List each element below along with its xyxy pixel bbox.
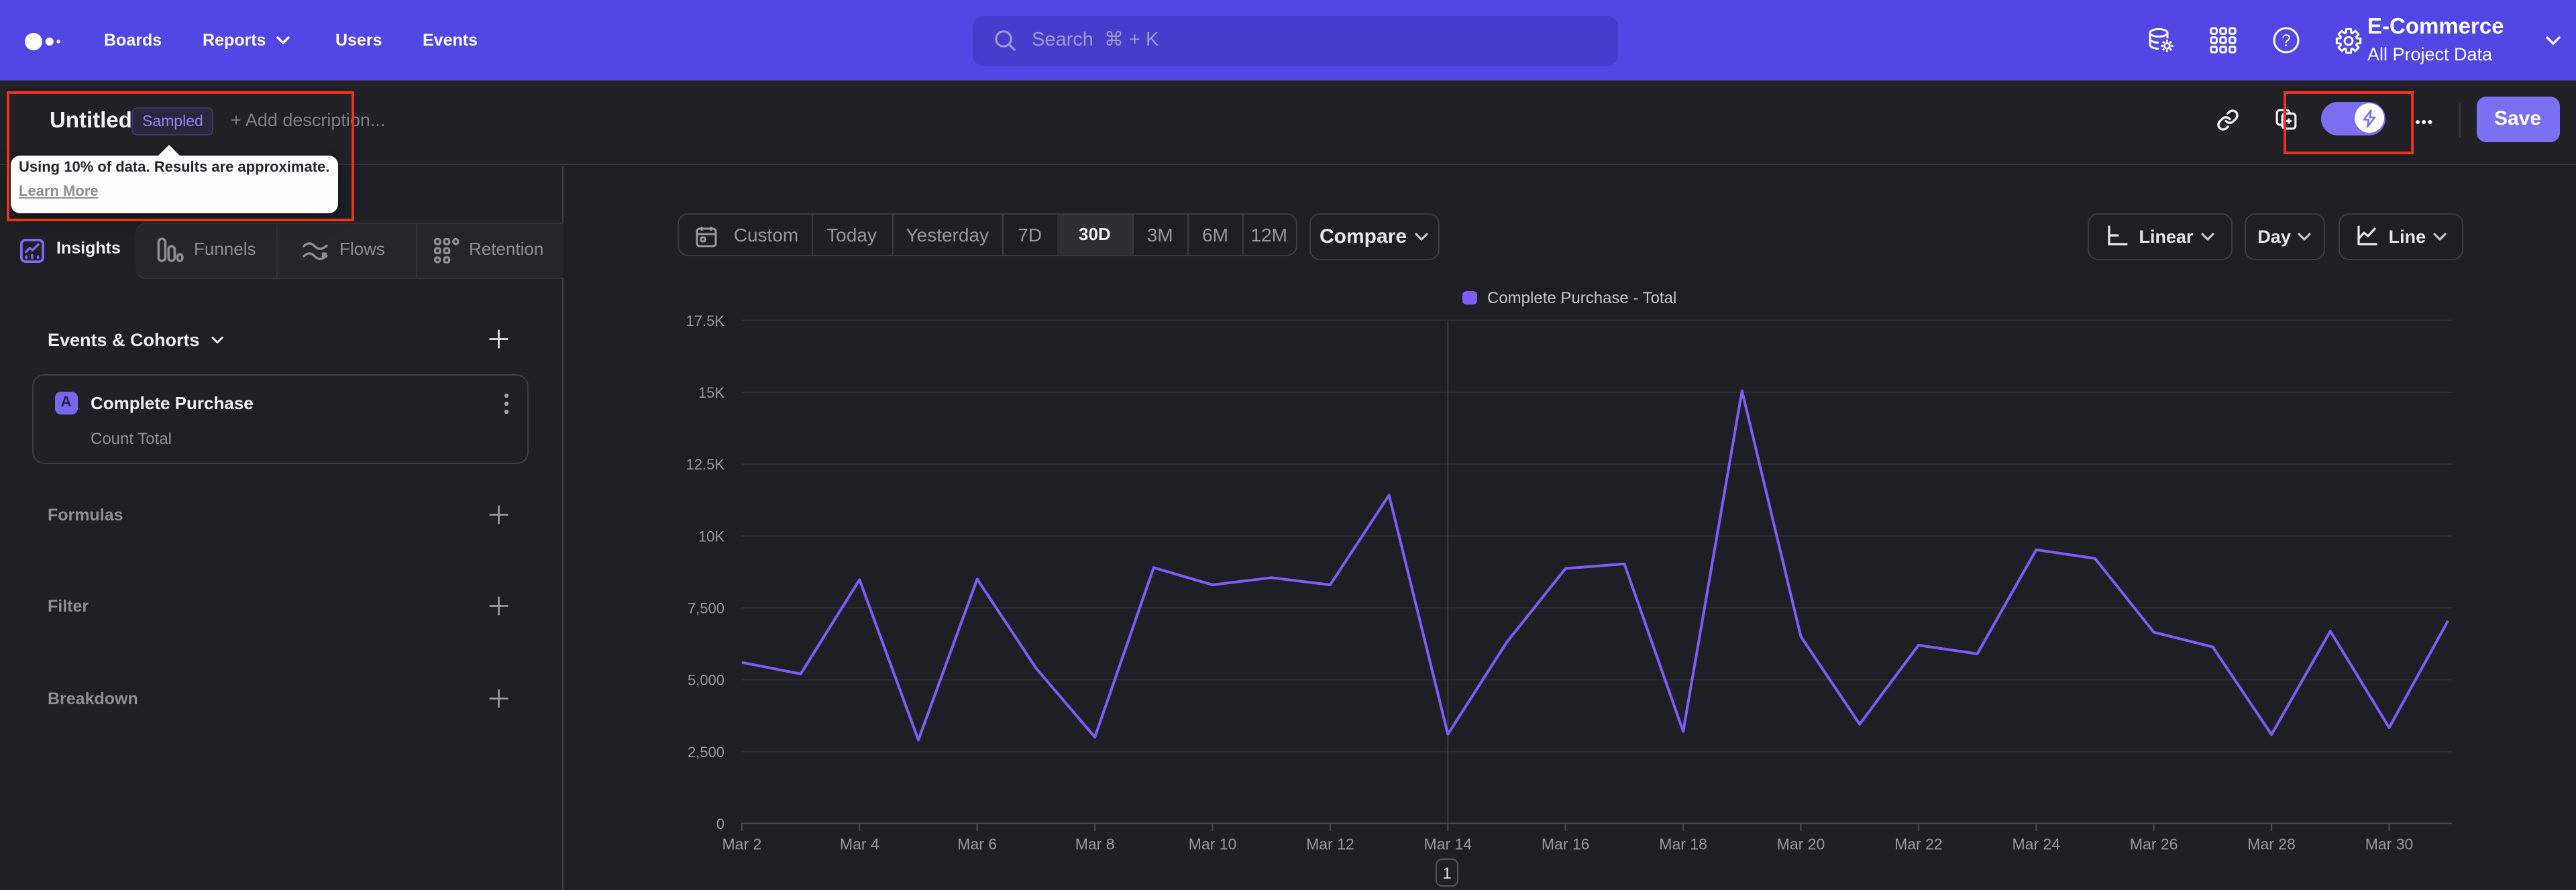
svg-text:Mar 4: Mar 4	[840, 835, 879, 852]
svg-text:5,000: 5,000	[688, 671, 724, 688]
svg-text:Mar 18: Mar 18	[1659, 835, 1707, 852]
svg-text:12.5K: 12.5K	[686, 455, 725, 472]
svg-text:Mar 20: Mar 20	[1777, 835, 1825, 852]
svg-text:Mar 6: Mar 6	[957, 835, 997, 852]
svg-text:17.5K: 17.5K	[686, 312, 725, 329]
svg-text:Mar 2: Mar 2	[722, 835, 762, 852]
svg-text:Mar 30: Mar 30	[2365, 835, 2414, 852]
svg-text:2,500: 2,500	[688, 743, 724, 760]
svg-text:Mar 24: Mar 24	[2012, 835, 2061, 852]
svg-text:Mar 22: Mar 22	[1894, 835, 1943, 852]
svg-text:10K: 10K	[698, 527, 724, 544]
svg-text:Mar 26: Mar 26	[2130, 835, 2178, 852]
svg-text:Mar 16: Mar 16	[1542, 835, 1590, 852]
svg-text:Mar 8: Mar 8	[1075, 835, 1115, 852]
svg-text:7,500: 7,500	[688, 600, 724, 616]
svg-text:Mar 12: Mar 12	[1306, 835, 1354, 852]
svg-text:0: 0	[716, 815, 724, 832]
svg-text:Mar 28: Mar 28	[2247, 835, 2296, 852]
svg-text:Mar 10: Mar 10	[1189, 835, 1237, 852]
svg-text:?: ?	[2282, 32, 2291, 50]
svg-text:Mar 14: Mar 14	[1424, 835, 1472, 852]
svg-text:15K: 15K	[698, 384, 724, 400]
